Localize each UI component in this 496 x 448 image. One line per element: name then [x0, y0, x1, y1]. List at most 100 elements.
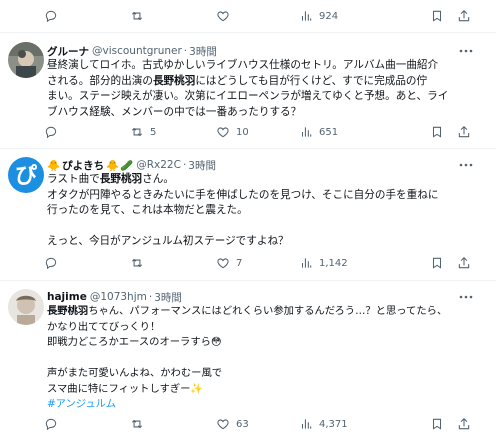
text-line: 昼終演してロイホ。古式ゆかしいライブハウス仕様のセトリ。アルバム曲一曲紹介: [47, 59, 439, 71]
bookmark-button[interactable]: [430, 121, 444, 143]
bookmark-button[interactable]: [430, 252, 444, 274]
share-icon: [457, 125, 471, 139]
text-line: まい。ステージ映えが凄い。次第にイエローペンラが増えてゆくと予想。あと、ライ: [47, 90, 449, 102]
text-line: [47, 351, 477, 367]
reply-icon: [44, 417, 58, 431]
reply-button[interactable]: [44, 413, 58, 435]
action-bar: 7 1,142: [44, 252, 496, 274]
display-name[interactable]: グルーナ: [47, 44, 89, 59]
text-line: ラスト曲で長野桃羽さん。: [47, 172, 477, 188]
more-icon[interactable]: [458, 157, 474, 173]
views-count: 4,371: [319, 418, 348, 430]
tweet-text: ラスト曲で長野桃羽さん。 オタクが円陣やるときみたいに手を伸ばしたのを見つけ、そ…: [47, 172, 477, 250]
text-line: えっと、今日がアンジュルム初ステージですよね？: [47, 235, 289, 247]
action-bar: 63 4,371: [44, 413, 496, 435]
text-line: スマ曲に特にフィットしすぎー✨: [47, 382, 204, 395]
text-line: される。部分的出演の長野桃羽にはどうしても目が行くけど、すでに完成品の佇: [47, 74, 477, 90]
hashtag-link[interactable]: #アンジュルム: [47, 397, 477, 413]
text-line: [47, 219, 477, 235]
divider: [0, 32, 496, 33]
views-button[interactable]: 4,371: [299, 413, 348, 435]
svg-text:ぴ: ぴ: [15, 164, 37, 189]
timestamp[interactable]: 3時間: [154, 290, 182, 305]
heart-icon: [216, 9, 230, 23]
views-icon: [299, 417, 313, 431]
reply-button[interactable]: [44, 252, 58, 274]
user-handle[interactable]: @1073hjm: [90, 291, 147, 303]
share-button[interactable]: [457, 413, 471, 435]
avatar[interactable]: ぴ: [8, 157, 44, 193]
share-button[interactable]: [457, 5, 471, 27]
avatar[interactable]: [8, 42, 44, 78]
text-span: さん。: [142, 173, 174, 185]
tweet-header: hajime @1073hjm · 3時間: [47, 289, 182, 305]
text-line: ブハウス経験、メンバーの中では一番あったりする？: [47, 105, 302, 118]
text-span: にはどうしても目が行くけど、すでに完成品の佇: [195, 74, 428, 87]
repost-icon: [130, 125, 144, 139]
share-icon: [457, 256, 471, 270]
bookmark-icon: [430, 125, 444, 139]
separator-dot: ·: [183, 45, 188, 57]
display-name[interactable]: ぴよきち: [62, 158, 104, 173]
display-name[interactable]: hajime: [47, 291, 87, 303]
like-button[interactable]: 63: [216, 413, 249, 435]
bold-name: 長野桃羽: [152, 74, 196, 87]
bookmark-button[interactable]: [430, 5, 444, 27]
separator-dot: ·: [182, 159, 187, 171]
share-button[interactable]: [457, 121, 471, 143]
bookmark-icon: [430, 9, 444, 23]
views-icon: [299, 256, 313, 270]
bold-name: 長野桃羽: [99, 173, 143, 185]
action-bar-top: 924: [44, 5, 496, 27]
heart-icon: [216, 125, 230, 139]
views-button[interactable]: 1,142: [299, 252, 348, 274]
like-button[interactable]: [216, 5, 230, 27]
chick-emoji-icon: 🐥: [47, 159, 61, 172]
views-icon: [299, 9, 313, 23]
more-icon[interactable]: [458, 289, 474, 305]
text-line: 即戦力どころかエースのオーラすら😳: [47, 336, 222, 348]
reply-icon: [44, 9, 58, 23]
views-count: 924: [319, 10, 339, 22]
like-button[interactable]: 7: [216, 252, 242, 274]
tweet-header: グルーナ @viscountgruner · 3時間: [47, 43, 217, 59]
divider: [0, 280, 496, 281]
text-span: される。部分的出演の: [47, 74, 153, 87]
repost-button[interactable]: [130, 413, 144, 435]
repost-count: 5: [150, 126, 157, 138]
reply-button[interactable]: [44, 5, 58, 27]
repost-button[interactable]: [130, 5, 144, 27]
chick-emoji-icon: 🐥: [106, 159, 120, 172]
repost-button[interactable]: [130, 252, 144, 274]
user-handle[interactable]: @Rx22C: [136, 159, 181, 171]
text-line: 声がまた可愛いんよね、かわむー風で: [47, 367, 223, 379]
text-span: ちゃん、パフォーマンスにはどれくらい参加するんだろう…？と思ってたら、: [88, 305, 448, 317]
repost-button[interactable]: 5: [130, 121, 156, 143]
avatar[interactable]: [8, 289, 44, 325]
action-bar: 5 10 651: [44, 121, 496, 143]
timestamp[interactable]: 3時間: [188, 158, 216, 173]
like-count: 7: [236, 257, 243, 269]
bookmark-button[interactable]: [430, 413, 444, 435]
text-line: 長野桃羽ちゃん、パフォーマンスにはどれくらい参加するんだろう…？と思ってたら、: [47, 304, 477, 320]
views-count: 651: [319, 126, 339, 138]
text-line: 行ったのを見て、これは本物だと震えた。: [47, 204, 248, 216]
bookmark-icon: [430, 417, 444, 431]
heart-icon: [216, 256, 230, 270]
views-icon: [299, 125, 313, 139]
repost-icon: [130, 417, 144, 431]
bold-name: 長野桃羽: [47, 305, 89, 317]
reply-icon: [44, 256, 58, 270]
more-icon[interactable]: [458, 43, 474, 59]
views-button[interactable]: 924: [299, 5, 338, 27]
timestamp[interactable]: 3時間: [189, 44, 217, 59]
share-button[interactable]: [457, 252, 471, 274]
tweet-text: 昼終演してロイホ。古式ゆかしいライブハウス仕様のセトリ。アルバム曲一曲紹介 され…: [47, 58, 477, 120]
text-line: かなり出ててびっくり！: [47, 320, 161, 333]
repost-icon: [130, 9, 144, 23]
user-handle[interactable]: @viscountgruner: [92, 45, 182, 57]
text-line: オタクが円陣やるときみたいに手を伸ばしたのを見つけ、そこに自分の手を重ねに: [47, 188, 439, 201]
views-button[interactable]: 651: [299, 121, 338, 143]
like-button[interactable]: 10: [216, 121, 249, 143]
reply-button[interactable]: [44, 121, 58, 143]
